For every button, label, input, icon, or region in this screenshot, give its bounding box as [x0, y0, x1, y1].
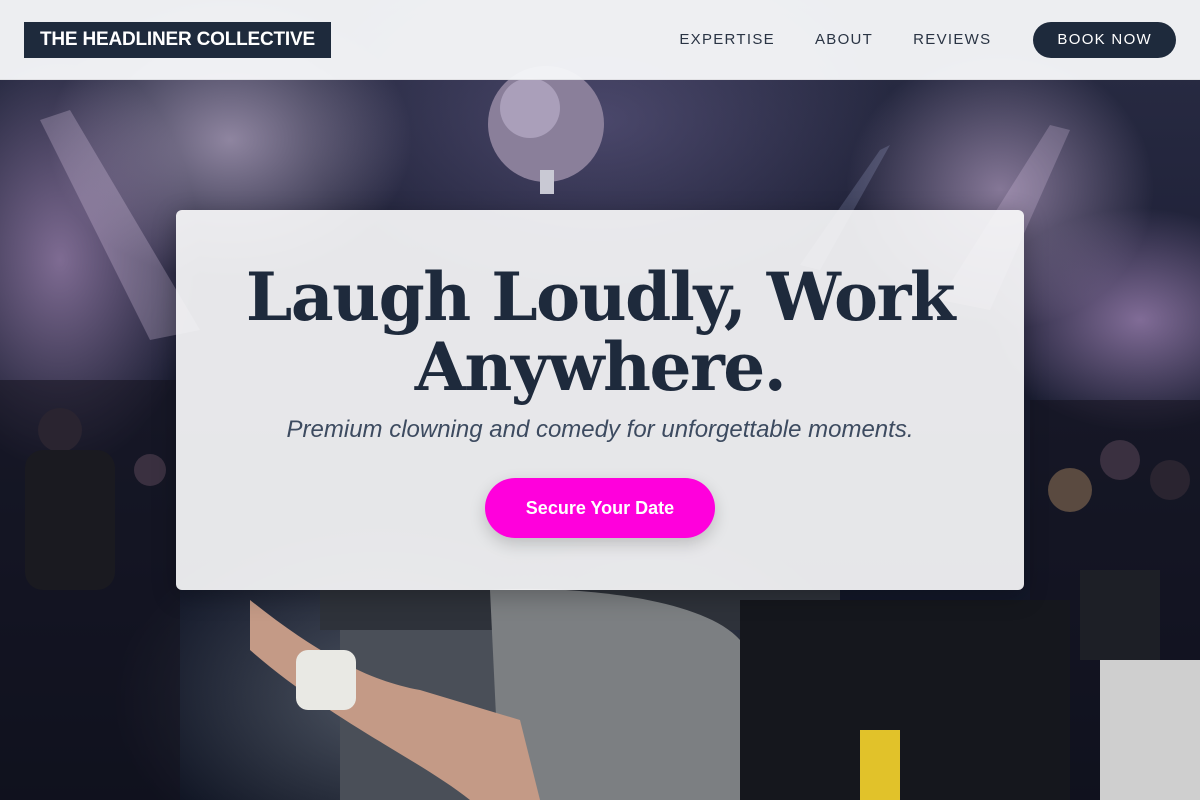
book-now-button[interactable]: BOOK NOW: [1033, 21, 1176, 58]
nav-link-expertise[interactable]: EXPERTISE: [679, 31, 775, 48]
nav-link-about[interactable]: ABOUT: [815, 31, 873, 48]
hero-tagline: Premium clowning and comedy for unforget…: [286, 416, 914, 443]
hero-title: Laugh Loudly, Work Anywhere.: [176, 262, 1024, 402]
secure-date-button[interactable]: Secure Your Date: [485, 478, 715, 538]
site-header: THE HEADLINER COLLECTIVE EXPERTISE ABOUT…: [0, 0, 1200, 80]
brand-logo[interactable]: THE HEADLINER COLLECTIVE: [24, 21, 331, 58]
hero-card: Laugh Loudly, Work Anywhere. Premium clo…: [176, 210, 1024, 590]
main-nav: EXPERTISE ABOUT REVIEWS BOOK NOW: [679, 21, 1176, 58]
nav-link-reviews[interactable]: REVIEWS: [913, 31, 991, 48]
hero-title-line-2: Anywhere.: [414, 328, 787, 406]
hero-title-line-1: Laugh Loudly, Work: [245, 258, 956, 336]
